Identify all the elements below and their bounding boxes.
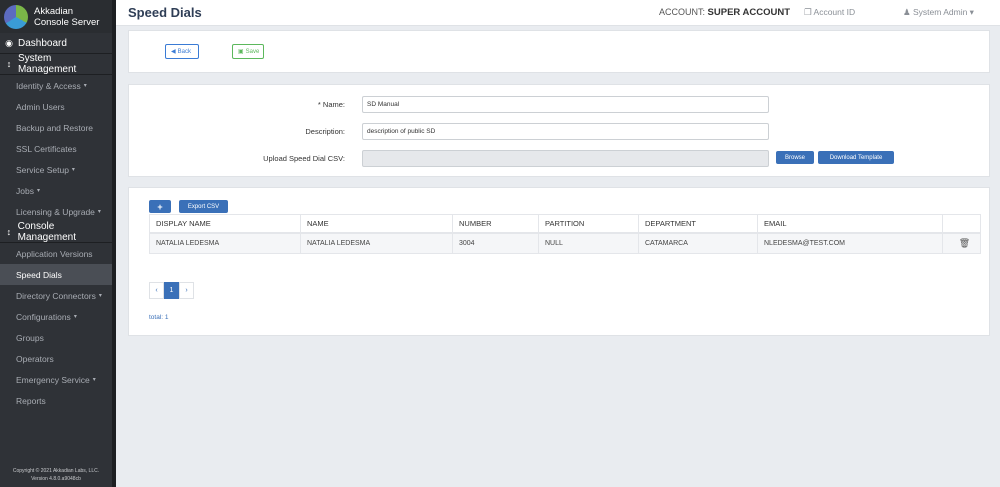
- save-button[interactable]: ▣ Save: [232, 44, 264, 59]
- name-field[interactable]: SD Manual: [362, 96, 769, 113]
- entries-table: DISPLAY NAME NAME NUMBER PARTITION DEPARTMEN…: [149, 214, 981, 254]
- save-icon: ▣: [238, 49, 244, 55]
- actions-column-header: [943, 215, 981, 232]
- top-header: Speed Dials ACCOUNT: SUPER ACCOUNT ❐ Acc…: [116, 0, 1000, 26]
- sidebar-item-configurations[interactable]: Configurations ▾: [0, 306, 112, 327]
- total-count: total: 1: [149, 314, 169, 321]
- column-header[interactable]: PARTITION: [539, 215, 639, 232]
- sidebar-section-console-management[interactable]: ↕ Console Management: [0, 221, 112, 243]
- sidebar-item-speed-dials[interactable]: Speed Dials: [0, 264, 112, 285]
- next-page-button[interactable]: ›: [179, 282, 194, 299]
- actions-panel: ◀ Back ▣ Save: [128, 30, 990, 73]
- page-1-button[interactable]: 1: [164, 282, 179, 299]
- sidebar-item-jobs[interactable]: Jobs ▾: [0, 180, 112, 201]
- name-label: * Name:: [317, 100, 345, 109]
- upload-csv-field[interactable]: [362, 150, 769, 167]
- chevron-down-icon: ▾: [73, 314, 77, 320]
- sidebar-item-identity-access[interactable]: Identity & Access ▾: [0, 75, 112, 96]
- sidebar-item-dashboard[interactable]: ◉ Dashboard: [0, 33, 112, 54]
- sidebar: Akkadian Console Server ◉ Dashboard ↕ Sy…: [0, 0, 116, 487]
- add-entry-button[interactable]: +: [149, 200, 171, 213]
- chevron-down-icon: ▾: [71, 167, 75, 173]
- user-menu[interactable]: ♟ System Admin ▾: [903, 7, 974, 18]
- table-cell: NATALIA LEDESMA: [149, 234, 301, 253]
- sidebar-section-system-management[interactable]: ↕ System Management: [0, 53, 112, 75]
- account-id-link[interactable]: ❐ Account ID: [804, 7, 855, 18]
- table-cell: NLEDESMA@TEST.COM: [758, 234, 943, 253]
- prev-page-button[interactable]: ‹: [149, 282, 164, 299]
- description-field[interactable]: description of public SD: [362, 123, 769, 140]
- speed-dial-form: * Name: SD Manual Description: descripti…: [128, 84, 990, 177]
- table-cell: NATALIA LEDESMA: [301, 234, 453, 253]
- sidebar-item-ssl-certificates[interactable]: SSL Certificates: [0, 138, 112, 159]
- table-cell: NULL: [539, 234, 639, 253]
- dashboard-icon: ◉: [5, 37, 13, 48]
- sidebar-item-application-versions[interactable]: Application Versions: [0, 243, 112, 264]
- trash-icon[interactable]: 🗑: [959, 238, 970, 249]
- export-csv-button[interactable]: Export CSV: [179, 200, 228, 213]
- back-button[interactable]: ◀ Back: [165, 44, 199, 59]
- sidebar-item-emergency-service[interactable]: Emergency Service ▾: [0, 369, 112, 390]
- speed-dial-entries-panel: + Export CSV DISPLAY NAME NAME NUMBER PARTI…: [128, 187, 990, 336]
- sidebar-item-service-setup[interactable]: Service Setup ▾: [0, 159, 112, 180]
- row-actions: 🗑: [943, 234, 981, 253]
- sidebar-item-admin-users[interactable]: Admin Users: [0, 96, 112, 117]
- chevron-down-icon: ▾: [83, 83, 87, 89]
- sidebar-item-backup-and-restore[interactable]: Backup and Restore: [0, 117, 112, 138]
- column-header[interactable]: EMAIL: [758, 215, 943, 232]
- back-arrow-icon: ◀: [171, 49, 176, 55]
- sidebar-item-operators[interactable]: Operators: [0, 348, 112, 369]
- table-row[interactable]: NATALIA LEDESMA NATALIA LEDESMA 3004 NULL CA…: [149, 234, 981, 254]
- browse-button[interactable]: Browse: [776, 151, 814, 164]
- sidebar-item-reports[interactable]: Reports: [0, 390, 112, 411]
- table-header-row: DISPLAY NAME NAME NUMBER PARTITION DEPARTMEN…: [149, 214, 981, 234]
- brand-name: Akkadian Console Server: [34, 5, 100, 28]
- pagination: ‹ 1 ›: [149, 282, 194, 299]
- upload-csv-label: Upload Speed Dial CSV:: [263, 154, 345, 163]
- table-cell: CATAMARCA: [639, 234, 758, 253]
- sidebar-item-groups[interactable]: Groups: [0, 327, 112, 348]
- page-title: Speed Dials: [128, 5, 202, 20]
- sidebar-item-directory-connectors[interactable]: Directory Connectors ▾: [0, 285, 112, 306]
- chevron-down-icon: ▾: [36, 188, 40, 194]
- column-header[interactable]: NAME: [301, 215, 453, 232]
- copyright: Copyright © 2021 Akkadian Labs, LLC. Ver…: [12, 468, 100, 482]
- chevron-down-icon: ▾: [92, 377, 96, 383]
- console-icon: ↕: [6, 227, 12, 237]
- column-header[interactable]: DEPARTMENT: [639, 215, 758, 232]
- copy-icon: ❐: [804, 7, 812, 17]
- akkadian-logo-icon: [4, 4, 28, 29]
- column-header[interactable]: DISPLAY NAME: [149, 215, 301, 232]
- sidebar-item-licensing-upgrade[interactable]: Licensing & Upgrade ▾: [0, 201, 112, 222]
- column-header[interactable]: NUMBER: [453, 215, 539, 232]
- account-display: ACCOUNT: SUPER ACCOUNT: [659, 7, 791, 18]
- user-icon: ♟: [903, 7, 911, 17]
- table-cell: 3004: [453, 234, 539, 253]
- chevron-down-icon: ▾: [98, 293, 102, 299]
- chevron-down-icon: ▾: [97, 209, 101, 215]
- description-label: Description:: [305, 127, 345, 136]
- download-template-button[interactable]: Download Template: [818, 151, 894, 164]
- system-icon: ↕: [6, 59, 12, 69]
- brand[interactable]: Akkadian Console Server: [0, 0, 112, 33]
